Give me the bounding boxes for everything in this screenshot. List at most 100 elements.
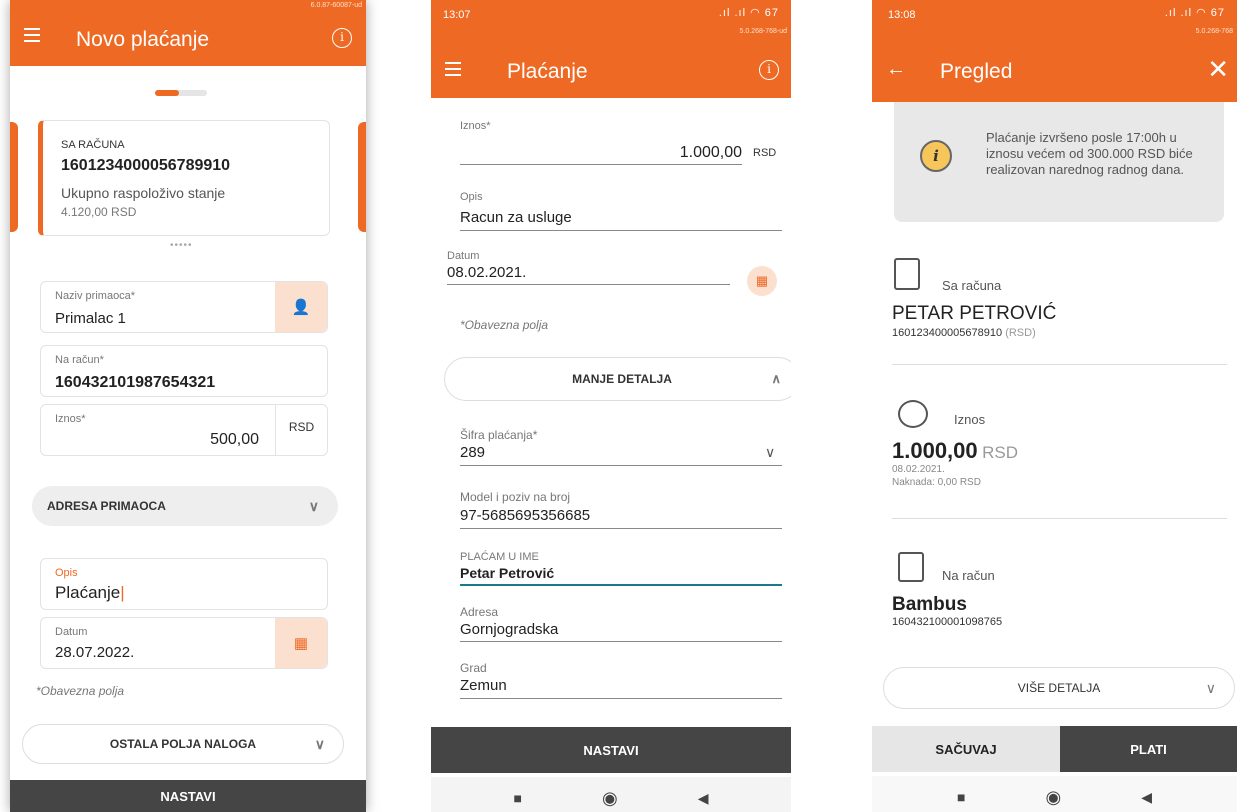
from-account-currency: (RSD): [1005, 327, 1036, 339]
page-title: Plaćanje: [507, 60, 588, 83]
amount-line: 1.000,00 RSD: [892, 438, 1018, 464]
home-icon[interactable]: ◉: [1045, 787, 1061, 808]
back-arrow-icon[interactable]: ←: [886, 58, 906, 81]
android-nav-bar: ■ ◉ ◀: [872, 776, 1237, 812]
header: 13:07 .ıl .ıl ◠ 67 5.0.268-768-ud Plaćan…: [431, 0, 791, 98]
to-account-field[interactable]: Na račun* 160432101987654321: [40, 345, 328, 397]
fee-text: Naknada: 0,00 RSD: [892, 477, 981, 488]
battery-level: 67: [764, 7, 779, 19]
address-value[interactable]: Gornjogradska: [460, 621, 558, 638]
status-icons: .ıl .ıl ◠ 67: [1164, 7, 1225, 19]
amount-label: Iznos*: [460, 120, 491, 132]
chevron-up-icon: ∧: [771, 371, 781, 386]
save-button[interactable]: SAČUVAJ: [872, 726, 1060, 772]
less-details-label: MANJE DETALJA: [572, 372, 672, 386]
divider: [892, 518, 1227, 519]
amount-value: 1.000,00: [679, 144, 742, 161]
chevron-down-icon: ∨: [314, 735, 325, 752]
info-icon[interactable]: i: [332, 28, 352, 48]
divider: [892, 364, 1227, 365]
amount-value: 1.000,00: [892, 438, 978, 463]
pay-on-behalf-underline: [460, 584, 782, 586]
city-value[interactable]: Zemun: [460, 677, 507, 694]
status-time: 13:08: [888, 9, 916, 21]
screen-payment: 13:07 .ıl .ıl ◠ 67 5.0.268-768-ud Plaćan…: [431, 0, 791, 812]
account-card[interactable]: SA RAČUNA 1601234000056789910 Ukupno ras…: [38, 120, 330, 236]
to-account: 160432100001098765: [892, 616, 1003, 628]
to-name: Bambus: [892, 594, 967, 615]
from-account-number: 160123400005678910: [892, 327, 1003, 339]
date-field[interactable]: Datum 28.07.2022. ▦: [40, 617, 328, 669]
from-name: PETAR PETROVIĆ: [892, 303, 1057, 324]
from-account-line: 160123400005678910 (RSD): [892, 327, 1036, 339]
pay-button[interactable]: PLATI: [1060, 726, 1237, 772]
date-value: 28.07.2022.: [55, 644, 135, 661]
version-label: 6.0.87-60087-ud: [310, 2, 362, 9]
from-account-number: 1601234000056789910: [61, 157, 231, 174]
recents-icon[interactable]: ■: [957, 789, 965, 805]
page-indicator-active: [155, 90, 179, 96]
calendar-icon[interactable]: ▦: [747, 266, 777, 296]
description-label: Opis: [55, 567, 78, 579]
balance-label: Ukupno raspoloživo stanje: [61, 185, 226, 201]
menu-icon[interactable]: [445, 62, 461, 80]
payment-code-label: Šifra plaćanja*: [460, 428, 538, 442]
battery-level: 67: [1210, 7, 1225, 19]
page-indicator: [155, 90, 207, 96]
date-underline: [447, 284, 730, 285]
info-icon: i: [920, 140, 952, 172]
to-label: Na račun: [942, 568, 995, 583]
info-icon[interactable]: i: [759, 60, 779, 80]
amount-label: Iznos*: [55, 413, 86, 425]
screen-review: 13:08 .ıl .ıl ◠ 67 5.0.268-768 ← Pregled…: [872, 0, 1237, 812]
amount-field[interactable]: Iznos* 500,00 RSD: [40, 404, 328, 456]
to-account-value: 160432101987654321: [55, 374, 216, 391]
back-icon[interactable]: ◀: [1141, 789, 1152, 806]
address-section-toggle[interactable]: ADRESA PRIMAOCA ∨: [32, 486, 338, 526]
reference-label: Model i poziv na broj: [460, 490, 571, 504]
more-details-toggle[interactable]: VIŠE DETALJA ∨: [883, 667, 1235, 709]
chevron-down-icon: ∨: [1205, 679, 1216, 696]
date-value[interactable]: 08.02.2021.: [447, 264, 526, 281]
recipient-name-field[interactable]: Naziv primaoca* Primalac 1 👤: [40, 281, 328, 333]
date-label: Datum: [55, 626, 88, 638]
chevron-down-icon: ∨: [765, 444, 776, 460]
header: 13:08 .ıl .ıl ◠ 67 5.0.268-768 ← Pregled…: [872, 0, 1237, 102]
reference-value[interactable]: 97-5685695356685: [460, 507, 590, 524]
more-details-label: VIŠE DETALJA: [1017, 681, 1101, 695]
description-field[interactable]: Opis Plaćanje|: [40, 558, 328, 610]
screen-new-payment: 6.0.87-60087-ud Novo plaćanje i SA RAČUN…: [10, 0, 366, 812]
contact-icon[interactable]: 👤: [275, 282, 327, 332]
back-icon[interactable]: ◀: [698, 790, 709, 807]
continue-button[interactable]: NASTAVI: [431, 727, 791, 773]
balance-value: 4.120,00 RSD: [61, 205, 137, 219]
calendar-icon[interactable]: ▦: [275, 618, 327, 668]
pay-on-behalf-label: PLAĆAM U IME: [460, 551, 539, 563]
wallet-icon: [894, 258, 920, 290]
recipient-name-label: Naziv primaoca*: [55, 290, 136, 302]
description-value[interactable]: Racun za usluge: [460, 209, 572, 226]
home-icon[interactable]: ◉: [602, 788, 618, 809]
header: 6.0.87-60087-ud Novo plaćanje i: [10, 0, 366, 66]
required-note: *Obavezna polja: [460, 318, 549, 332]
less-details-toggle[interactable]: MANJE DETALJA ∧: [444, 357, 791, 401]
recipient-name-value: Primalac 1: [55, 310, 126, 327]
payment-code-underline: [460, 465, 782, 466]
payment-code-value[interactable]: 289: [460, 444, 485, 461]
required-note: *Obavezna polja: [36, 684, 125, 698]
to-account-label: Na račun*: [55, 354, 104, 366]
card-dots: •••••: [170, 240, 193, 251]
close-icon[interactable]: ✕: [1207, 54, 1229, 85]
wallet-icon: [898, 552, 924, 582]
date-label: Datum: [447, 250, 480, 262]
pay-on-behalf-value[interactable]: Petar Petrović: [460, 565, 554, 581]
amount-field[interactable]: 1.000,00: [460, 138, 742, 161]
status-time: 13:07: [443, 9, 471, 21]
continue-button[interactable]: NASTAVI: [10, 780, 366, 812]
city-label: Grad: [460, 661, 487, 675]
menu-icon[interactable]: [24, 28, 40, 46]
currency-label: RSD: [753, 147, 777, 159]
from-account-label: SA RAČUNA: [61, 139, 125, 151]
other-fields-toggle[interactable]: OSTALA POLJA NALOGA ∨: [22, 724, 344, 764]
recents-icon[interactable]: ■: [514, 790, 522, 806]
